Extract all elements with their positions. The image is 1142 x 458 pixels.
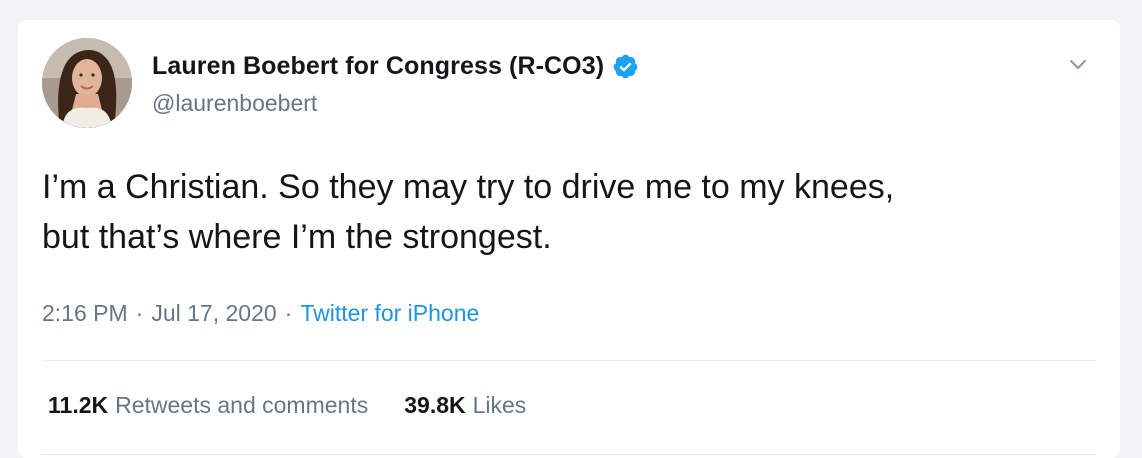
profile-photo-icon bbox=[42, 38, 132, 128]
author-name-row: Lauren Boebert for Congress (R-CO3) bbox=[152, 52, 639, 81]
likes-label: Likes bbox=[472, 392, 527, 418]
tweet-meta: 2:16 PM · Jul 17, 2020 · Twitter for iPh… bbox=[42, 300, 479, 327]
verified-badge-icon bbox=[612, 53, 639, 80]
tweet-time[interactable]: 2:16 PM bbox=[42, 300, 128, 327]
retweets-stat[interactable]: 11.2K Retweets and comments bbox=[48, 392, 368, 419]
author-display-name[interactable]: Lauren Boebert for Congress (R-CO3) bbox=[152, 52, 604, 81]
tweet-source-link[interactable]: Twitter for iPhone bbox=[300, 300, 479, 327]
retweets-count: 11.2K bbox=[48, 392, 109, 418]
meta-separator: · bbox=[284, 300, 293, 326]
tweet-text-line: but that’s where I’m the strongest. bbox=[42, 218, 552, 256]
likes-stat[interactable]: 39.8K Likes bbox=[404, 392, 526, 419]
avatar[interactable] bbox=[42, 38, 132, 128]
likes-count: 39.8K bbox=[404, 392, 466, 418]
tweet-card: Lauren Boebert for Congress (R-CO3) @lau… bbox=[18, 20, 1120, 458]
divider bbox=[42, 454, 1096, 455]
divider bbox=[42, 360, 1096, 361]
author-handle[interactable]: @laurenboebert bbox=[152, 90, 317, 117]
tweet-date[interactable]: Jul 17, 2020 bbox=[151, 300, 276, 327]
tweet-text: I’m a Christian. So they may try to driv… bbox=[42, 162, 1102, 262]
tweet-stats: 11.2K Retweets and comments 39.8K Likes bbox=[48, 392, 526, 419]
meta-separator: · bbox=[135, 300, 144, 326]
tweet-text-line: I’m a Christian. So they may try to driv… bbox=[42, 168, 895, 206]
retweets-label: Retweets and comments bbox=[115, 392, 369, 418]
chevron-down-icon[interactable] bbox=[1066, 52, 1090, 76]
